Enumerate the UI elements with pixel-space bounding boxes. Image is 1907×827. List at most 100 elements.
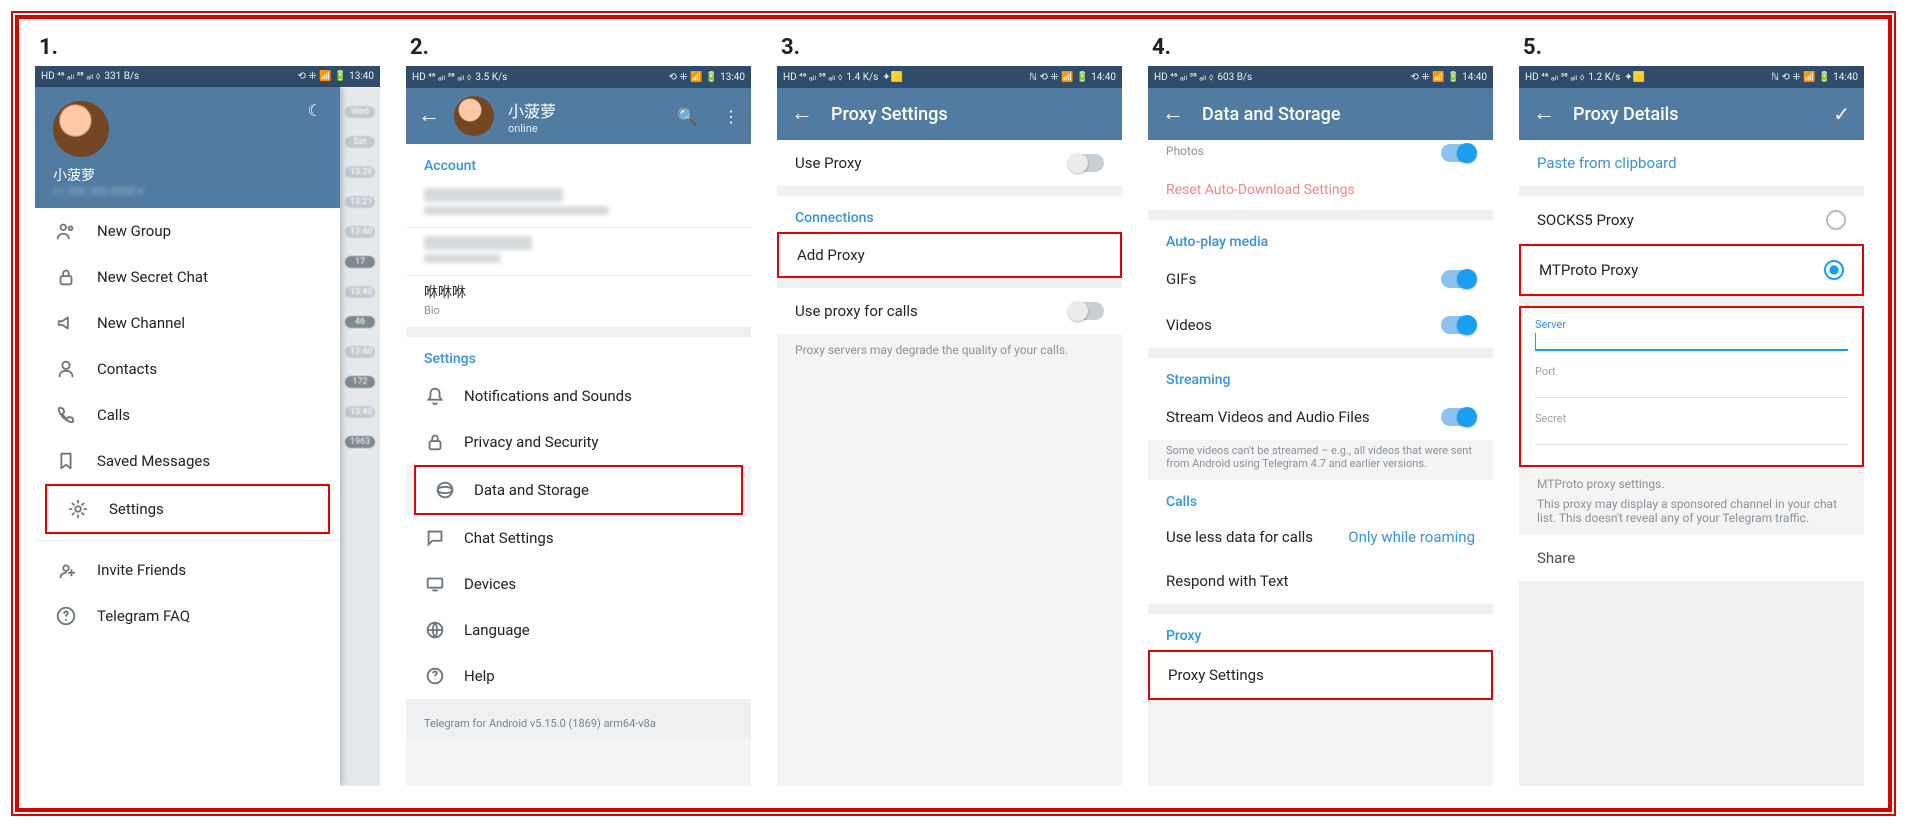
label: Calls — [97, 406, 130, 424]
chip: 17 — [345, 256, 375, 268]
use-proxy-calls-switch[interactable] — [1070, 302, 1104, 320]
respond-row[interactable]: Respond with Text — [1148, 558, 1493, 604]
label: Privacy and Security — [464, 433, 599, 451]
settings-help[interactable]: Help — [406, 653, 751, 699]
confirm-icon[interactable] — [1833, 102, 1850, 126]
step-3-number: 3. — [781, 35, 1122, 60]
chip: 1963 — [345, 436, 375, 448]
label: Settings — [109, 500, 164, 518]
bio-label: Bio — [424, 304, 733, 317]
menu-saved[interactable]: Saved Messages — [35, 438, 340, 484]
label: Use less data for calls — [1166, 528, 1348, 546]
more-icon[interactable]: ⋮ — [723, 107, 739, 126]
proxy-details-appbar: Proxy Details — [1519, 88, 1864, 140]
menu-invite[interactable]: Invite Friends — [35, 547, 340, 593]
phone-5: HD ⁴⁶ ₐₗₗ ³⁸ ₐₗₗ ⬨ 1.2 K/s ✦🟨 ℕ ⟲ ⁜ 📶 🔋 … — [1519, 66, 1864, 786]
settings-caption: Settings — [406, 337, 751, 373]
label: Videos — [1166, 316, 1212, 334]
settings-notifications[interactable]: Notifications and Sounds — [406, 373, 751, 419]
label: Invite Friends — [97, 561, 186, 579]
chip: 13:40 — [345, 406, 375, 418]
drawer-user-phone: +1 000 000 0000 ▾ — [53, 185, 322, 198]
chip: Sat — [345, 136, 375, 148]
mtproto-radio[interactable] — [1824, 260, 1844, 280]
use-proxy-calls-row[interactable]: Use proxy for calls — [777, 288, 1122, 334]
mtproto-row[interactable]: MTProto Proxy — [1519, 244, 1864, 296]
socks5-radio[interactable] — [1826, 210, 1846, 230]
settings-privacy[interactable]: Privacy and Security — [406, 419, 751, 465]
stream-switch[interactable] — [1441, 408, 1475, 426]
server-field[interactable]: Server — [1535, 318, 1848, 351]
share-row[interactable]: Share — [1519, 535, 1864, 581]
gifs-switch[interactable] — [1441, 270, 1475, 288]
label: Respond with Text — [1166, 572, 1288, 590]
label: MTProto Proxy — [1539, 261, 1638, 279]
label: Use Proxy — [795, 154, 861, 172]
step-2-number: 2. — [410, 35, 751, 60]
menu-new-secret-chat[interactable]: New Secret Chat — [35, 254, 340, 300]
proxy-settings-row[interactable]: Proxy Settings — [1148, 650, 1493, 700]
chip: 172 — [345, 376, 375, 388]
settings-data-storage[interactable]: Data and Storage — [414, 465, 743, 515]
account-bio[interactable]: 咻咻咻 Bio — [406, 275, 751, 327]
settings-chat[interactable]: Chat Settings — [406, 515, 751, 561]
settings-language[interactable]: Language — [406, 607, 751, 653]
label: SOCKS5 Proxy — [1537, 211, 1634, 229]
bio-text: 咻咻咻 — [424, 282, 733, 302]
back-icon[interactable] — [418, 106, 440, 126]
chatlist-strip: Wed Sat 13:28 13:21 13:40 17 13:40 46 13… — [340, 88, 380, 786]
label: Notifications and Sounds — [464, 387, 632, 405]
menu-new-channel[interactable]: New Channel — [35, 300, 340, 346]
label: Proxy Settings — [1168, 666, 1264, 684]
menu-calls[interactable]: Calls — [35, 392, 340, 438]
label: Data and Storage — [474, 481, 589, 499]
back-icon[interactable] — [791, 104, 813, 125]
statusbar-right: ℕ ⟲ ⁜ 📶 🔋 14:40 — [1771, 72, 1858, 83]
avatar[interactable] — [53, 101, 109, 157]
less-data-row[interactable]: Use less data for callsOnly while roamin… — [1148, 516, 1493, 558]
gifs-row[interactable]: GIFs — [1148, 256, 1493, 302]
label: Chat Settings — [464, 529, 554, 547]
statusbar-net: 3.5 K/s — [475, 72, 507, 83]
use-proxy-switch[interactable] — [1070, 154, 1104, 172]
add-proxy-row[interactable]: Add Proxy — [777, 232, 1122, 278]
port-field[interactable]: Port — [1535, 365, 1848, 398]
statusbar-right: ℕ ⟲ ⁜ 📶 🔋 14:40 — [1029, 72, 1116, 83]
avatar[interactable] — [454, 96, 494, 136]
label: Use proxy for calls — [795, 302, 918, 320]
chip: 13:28 — [345, 166, 375, 178]
menu-new-group[interactable]: New Group — [35, 208, 340, 254]
statusbar-3: HD ⁴⁶ ₐₗₗ ³⁸ ₐₗₗ ⬨ 1.4 K/s ✦🟨 ℕ ⟲ ⁜ 📶 🔋 … — [777, 66, 1122, 88]
secret-field[interactable]: Secret — [1535, 412, 1848, 445]
use-proxy-row[interactable]: Use Proxy — [777, 140, 1122, 186]
fields-box: Server Port Secret — [1519, 306, 1864, 467]
paste-clipboard[interactable]: Paste from clipboard — [1519, 140, 1864, 186]
videos-switch[interactable] — [1441, 316, 1475, 334]
label: Telegram FAQ — [97, 607, 190, 625]
step-1-number: 1. — [39, 35, 380, 60]
server-label: Server — [1535, 318, 1848, 331]
menu-faq[interactable]: Telegram FAQ — [35, 593, 340, 639]
statusbar-left: HD ⁴⁶ ₐₗₗ ³⁸ ₐₗₗ ⬨ — [783, 72, 842, 83]
statusbar-net: 1.2 K/s — [1588, 72, 1620, 83]
settings-devices[interactable]: Devices — [406, 561, 751, 607]
label: Language — [464, 621, 530, 639]
back-icon[interactable] — [1533, 104, 1555, 125]
connections-caption: Connections — [777, 196, 1122, 232]
videos-row[interactable]: Videos — [1148, 302, 1493, 348]
socks5-row[interactable]: SOCKS5 Proxy — [1519, 196, 1864, 244]
reset-auto-download[interactable]: Reset Auto-Download Settings — [1148, 170, 1493, 210]
night-mode-icon[interactable]: ☾ — [308, 101, 322, 120]
menu-contacts[interactable]: Contacts — [35, 346, 340, 392]
back-icon[interactable] — [1162, 104, 1184, 125]
photos-tail[interactable]: Photos — [1148, 140, 1493, 170]
label: New Secret Chat — [97, 268, 208, 286]
account-username-blurred[interactable] — [406, 227, 751, 275]
account-phone-blurred[interactable] — [406, 180, 751, 227]
chip: 13:40 — [345, 226, 375, 238]
stream-row[interactable]: Stream Videos and Audio Files — [1148, 394, 1493, 440]
statusbar-right: ⟲ ⁜ 📶 🔋 13:40 — [669, 72, 745, 83]
search-icon[interactable]: 🔍 — [677, 107, 697, 126]
menu-settings[interactable]: Settings — [45, 484, 330, 534]
chip: 46 — [345, 316, 375, 328]
